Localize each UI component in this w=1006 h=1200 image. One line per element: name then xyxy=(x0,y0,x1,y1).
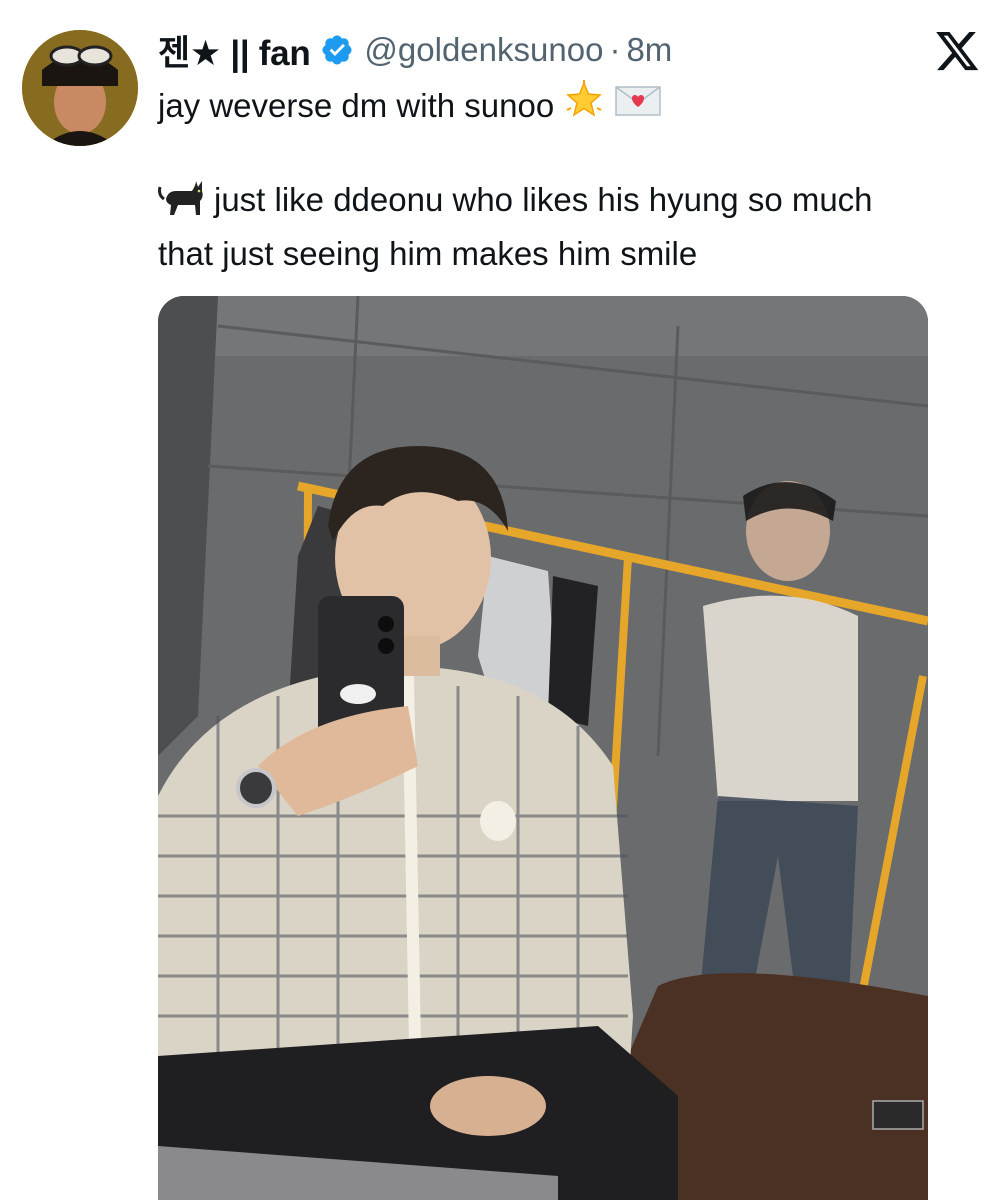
glowing-star-icon xyxy=(564,80,604,131)
avatar[interactable] xyxy=(22,30,138,146)
display-name[interactable]: 젠★ || fan xyxy=(158,25,311,76)
separator-dot: · xyxy=(609,31,621,68)
tweet-card[interactable]: 젠★ || fan @goldenksunoo · 8m jay weverse… xyxy=(0,0,1006,1200)
avatar-image xyxy=(22,30,138,146)
tweet-text-line1: jay weverse dm with sunoo xyxy=(158,80,662,131)
timestamp[interactable]: 8m xyxy=(626,31,672,69)
verified-badge-icon xyxy=(320,33,354,67)
photo-image xyxy=(158,296,928,1200)
tweet-body: just like ddeonu who likes his hyung so … xyxy=(158,176,928,278)
tweet-body-text: just like ddeonu who likes his hyung so … xyxy=(158,181,873,272)
love-letter-icon xyxy=(614,83,662,128)
tweet-header: 젠★ || fan @goldenksunoo · 8m xyxy=(158,28,672,73)
x-logo-icon[interactable] xyxy=(936,32,980,72)
tweet-headline: jay weverse dm with sunoo xyxy=(158,86,555,124)
user-handle[interactable]: @goldenksunoo xyxy=(364,31,603,69)
tweet-media[interactable] xyxy=(158,296,928,1200)
black-cat-icon xyxy=(158,177,208,230)
